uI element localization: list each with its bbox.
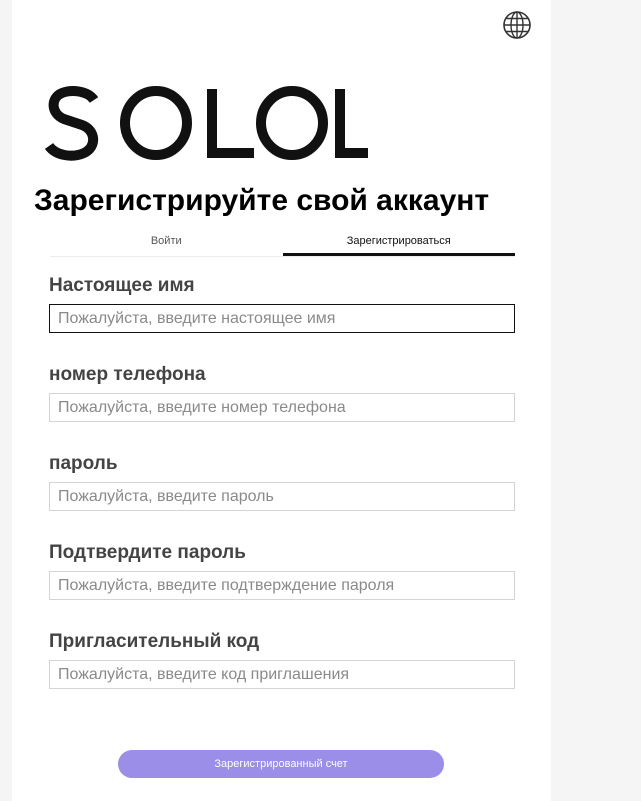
confirm-password-field: Подтвердите пароль	[49, 541, 515, 600]
confirm-password-label: Подтвердите пароль	[49, 542, 246, 563]
password-field: пароль	[49, 452, 515, 511]
confirm-password-input[interactable]	[49, 571, 515, 600]
password-label: пароль	[49, 453, 118, 474]
phone-field: номер телефона	[49, 363, 515, 422]
invite-code-input[interactable]	[49, 660, 515, 689]
phone-label: номер телефона	[49, 364, 206, 385]
real-name-field: Настоящее имя	[49, 274, 515, 333]
real-name-label: Настоящее имя	[49, 275, 195, 296]
invite-code-field: Пригласительный код	[49, 630, 515, 689]
auth-tabs: Войти Зарегистрироваться	[50, 228, 515, 257]
phone-input[interactable]	[49, 393, 515, 422]
tab-login[interactable]: Войти	[50, 228, 283, 256]
password-input[interactable]	[49, 482, 515, 511]
page-title: Зарегистрируйте свой аккаунт	[34, 184, 490, 217]
solol-logo	[44, 86, 368, 161]
invite-code-label: Пригласительный код	[49, 631, 260, 652]
tab-register[interactable]: Зарегистрироваться	[282, 228, 515, 256]
real-name-input[interactable]	[49, 304, 515, 333]
register-panel: Зарегистрируйте свой аккаунт Войти Зарег…	[12, 0, 551, 801]
globe-icon[interactable]	[502, 10, 532, 40]
register-submit-button[interactable]: Зарегистрированный счет	[118, 750, 444, 778]
